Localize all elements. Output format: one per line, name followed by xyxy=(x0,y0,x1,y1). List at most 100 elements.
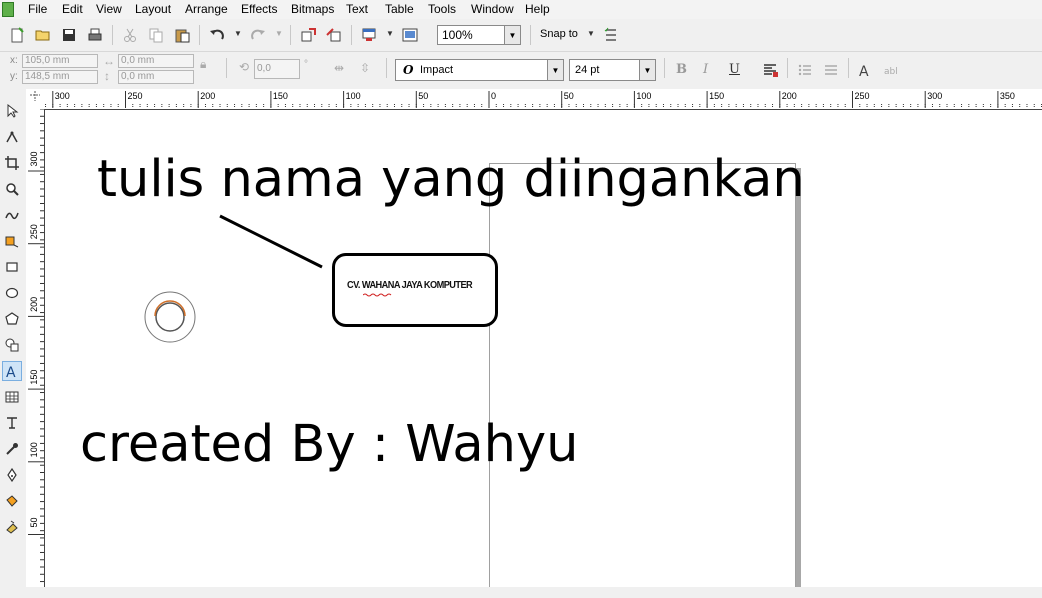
y-position-field[interactable]: 148,5 mm xyxy=(22,70,98,84)
snap-to-button[interactable]: Snap to xyxy=(540,28,578,40)
menu-bitmaps[interactable]: Bitmaps xyxy=(291,2,334,16)
mirror-vertical-icon[interactable]: ⇳ xyxy=(360,61,370,75)
freehand-tool-icon[interactable] xyxy=(2,205,22,225)
italic-icon[interactable]: I xyxy=(703,62,708,77)
fill-tool-icon[interactable] xyxy=(2,491,22,511)
export-icon[interactable] xyxy=(324,25,344,45)
author-credit-text[interactable]: created By : Wahyu xyxy=(80,415,579,474)
eyedropper-tool-icon[interactable] xyxy=(2,439,22,459)
paste-icon[interactable] xyxy=(172,25,192,45)
property-bar: x: y: 105,0 mm 148,5 mm ↔ ↕ 0,0 mm 0,0 m… xyxy=(0,52,1042,90)
toolbar-separator xyxy=(664,58,665,78)
ruler-label: 150 xyxy=(29,370,39,385)
callout-pointer-line xyxy=(219,214,323,269)
menu-view[interactable]: View xyxy=(96,2,122,16)
shape-tool-icon[interactable] xyxy=(2,127,22,147)
zoom-dropdown-icon[interactable]: ▼ xyxy=(504,26,520,44)
company-name-text[interactable]: CV. WAHANA JAYA KOMPUTER xyxy=(347,280,473,291)
angle-unit: ° xyxy=(304,59,308,70)
ruler-label: 200 xyxy=(782,91,797,101)
options-icon[interactable] xyxy=(601,25,621,45)
menu-effects[interactable]: Effects xyxy=(241,2,277,16)
basic-shapes-tool-icon[interactable] xyxy=(2,335,22,355)
cut-icon[interactable] xyxy=(120,25,140,45)
zoom-tool-icon[interactable] xyxy=(2,179,22,199)
redo-dropdown-icon[interactable]: ▼ xyxy=(275,29,283,38)
snap-to-dropdown-icon[interactable]: ▼ xyxy=(587,29,595,38)
menu-window[interactable]: Window xyxy=(471,2,514,16)
opentype-font-icon: O xyxy=(403,63,414,77)
ruler-label: 200 xyxy=(200,91,215,101)
font-family-value: Impact xyxy=(420,64,454,76)
polygon-tool-icon[interactable] xyxy=(2,309,22,329)
table-tool-icon[interactable] xyxy=(2,387,22,407)
horizontal-scrollbar[interactable] xyxy=(26,587,1042,598)
dimension-tool-icon[interactable] xyxy=(2,413,22,433)
ruler-label: 150 xyxy=(273,91,288,101)
rotation-icon: ⟲ xyxy=(239,60,250,74)
font-size-dropdown-icon[interactable]: ▼ xyxy=(639,60,655,80)
menu-help[interactable]: Help xyxy=(525,2,550,16)
text-alignment-icon[interactable] xyxy=(760,60,780,80)
spellcheck-underline xyxy=(363,293,392,297)
mirror-horizontal-icon[interactable]: ⇹ xyxy=(334,61,344,75)
interactive-fill-tool-icon[interactable] xyxy=(2,517,22,537)
bold-icon[interactable]: B xyxy=(676,62,687,77)
ruler-label: 100 xyxy=(636,91,651,101)
ellipse-tool-icon[interactable] xyxy=(2,283,22,303)
font-size-value: 24 pt xyxy=(575,64,600,76)
object-origin-marker[interactable] xyxy=(143,290,197,344)
ruler-origin[interactable] xyxy=(26,89,44,109)
vertical-ruler[interactable]: 300 250 200 150 100 50 xyxy=(26,108,45,587)
undo-icon[interactable] xyxy=(207,25,227,45)
rectangle-tool-icon[interactable] xyxy=(2,257,22,277)
menu-layout[interactable]: Layout xyxy=(135,2,171,16)
menu-edit[interactable]: Edit xyxy=(62,2,83,16)
save-icon[interactable] xyxy=(59,25,79,45)
undo-dropdown-icon[interactable]: ▼ xyxy=(234,29,242,38)
ruler-label: 100 xyxy=(29,442,39,457)
pick-tool-icon[interactable] xyxy=(2,101,22,121)
svg-text:A: A xyxy=(6,365,16,378)
rotation-angle-field[interactable]: 0,0 xyxy=(254,59,300,79)
launcher-dropdown-icon[interactable]: ▼ xyxy=(386,29,394,38)
zoom-level-select[interactable]: 100% ▼ xyxy=(437,25,521,45)
print-icon[interactable] xyxy=(85,25,105,45)
bullet-list-icon[interactable] xyxy=(795,60,815,80)
import-icon[interactable] xyxy=(298,25,318,45)
text-tool-icon[interactable]: A xyxy=(2,361,22,381)
character-formatting-icon[interactable]: A xyxy=(856,60,876,80)
welcome-screen-icon[interactable] xyxy=(400,25,420,45)
height-field[interactable]: 0,0 mm xyxy=(118,70,194,84)
redo-icon[interactable] xyxy=(248,25,268,45)
x-position-field[interactable]: 105,0 mm xyxy=(22,54,98,68)
menu-tools[interactable]: Tools xyxy=(428,2,456,16)
menu-arrange[interactable]: Arrange xyxy=(185,2,228,16)
font-family-select[interactable]: O Impact ▼ xyxy=(395,59,564,81)
toolbar-separator xyxy=(848,58,849,78)
ruler-label: 50 xyxy=(418,91,428,101)
menu-text[interactable]: Text xyxy=(346,2,368,16)
copy-icon[interactable] xyxy=(146,25,166,45)
app-icon[interactable] xyxy=(2,2,14,17)
smart-fill-tool-icon[interactable] xyxy=(2,231,22,251)
outline-pen-tool-icon[interactable] xyxy=(2,465,22,485)
zoom-level-value: 100% xyxy=(442,28,473,42)
open-folder-icon[interactable] xyxy=(33,25,53,45)
menu-file[interactable]: File xyxy=(28,2,47,16)
drawing-canvas[interactable]: tulis nama yang diingankan CV. WAHANA JA… xyxy=(45,110,1042,587)
underline-icon[interactable]: U xyxy=(729,62,740,77)
application-launcher-icon[interactable] xyxy=(359,25,379,45)
edit-text-icon[interactable]: abl xyxy=(882,60,902,80)
horizontal-ruler[interactable]: 300 250 200 150 100 50 0 50 100 150 200 250 300 350 xyxy=(44,89,1042,110)
font-size-select[interactable]: 24 pt ▼ xyxy=(569,59,656,81)
new-document-icon[interactable] xyxy=(7,25,27,45)
menu-table[interactable]: Table xyxy=(385,2,414,16)
font-dropdown-icon[interactable]: ▼ xyxy=(547,60,563,80)
lock-ratio-icon[interactable]: 🔒︎ xyxy=(200,57,206,72)
ruler-label: 150 xyxy=(709,91,724,101)
drop-cap-icon[interactable] xyxy=(821,60,841,80)
width-field[interactable]: 0,0 mm xyxy=(118,54,194,68)
crop-tool-icon[interactable] xyxy=(2,153,22,173)
ruler-label: 250 xyxy=(128,91,143,101)
